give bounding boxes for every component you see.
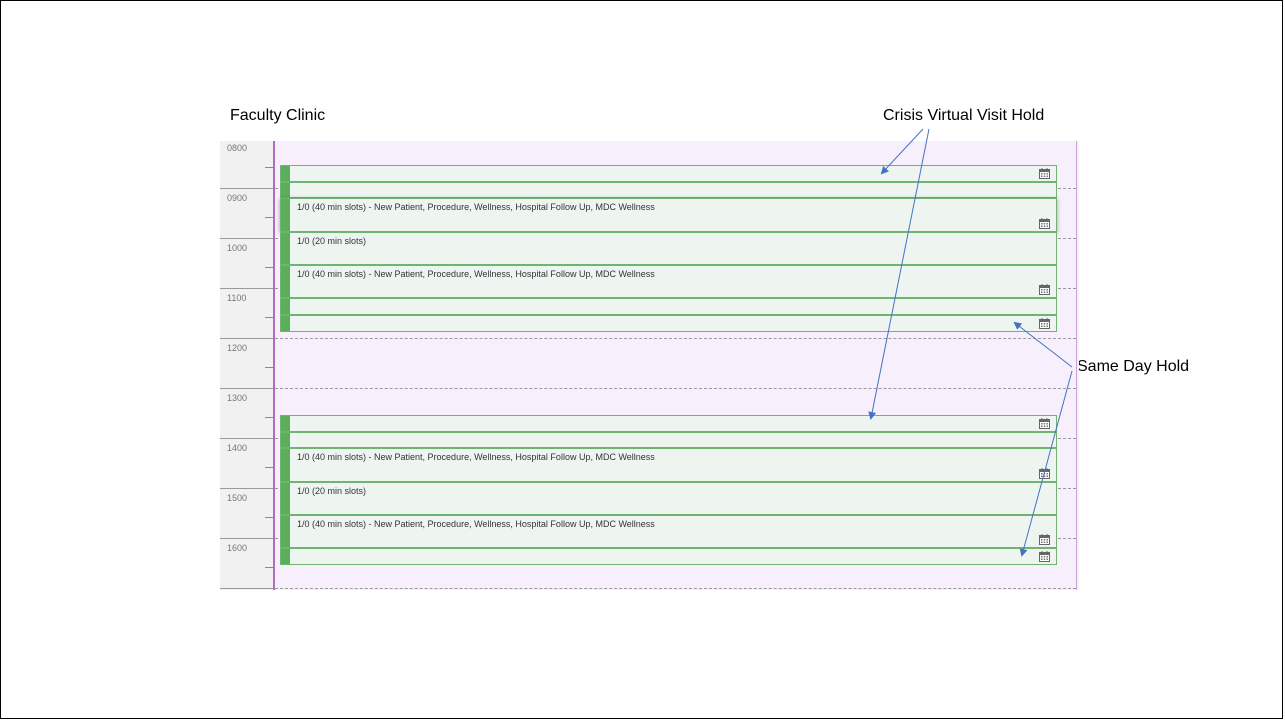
block-label: 1/0 (20 min slots) <box>297 236 367 246</box>
half-hour-tick <box>265 417 273 418</box>
schedule-block[interactable]: 1/0 (20 min slots) <box>280 232 1057 265</box>
time-gutter-divider <box>273 141 275 590</box>
schedule-block[interactable]: 1/0 (40 min slots) - New Patient, Proced… <box>280 515 1057 548</box>
block-color-bar <box>281 549 290 564</box>
hour-tick <box>220 438 273 439</box>
same-day-hold-label: Same Day Hold <box>1077 358 1190 375</box>
block-color-bar <box>281 516 290 547</box>
calendar-icon[interactable] <box>1039 418 1050 429</box>
time-gutter <box>220 141 273 590</box>
block-color-bar <box>281 233 290 264</box>
block-label: 1/0 (40 min slots) - New Patient, Proced… <box>297 269 655 279</box>
hour-tick <box>220 388 273 389</box>
half-hour-tick <box>265 167 273 168</box>
calendar-icon[interactable] <box>1039 551 1050 562</box>
block-color-bar <box>281 299 290 314</box>
calendar-icon[interactable] <box>1039 468 1050 479</box>
schedule-block[interactable]: 1/0 (20 min slots) <box>280 482 1057 515</box>
day-column-right-edge <box>1076 141 1077 590</box>
crisis-hold-label: Crisis Virtual Visit Hold <box>883 107 1045 124</box>
block-color-bar <box>281 416 290 431</box>
block-color-bar <box>281 433 290 447</box>
hour-gridline <box>275 388 1076 389</box>
hour-label: 0800 <box>227 143 248 153</box>
schedule-block[interactable]: 1/0 (40 min slots) - New Patient, Proced… <box>280 448 1057 482</box>
block-color-bar <box>281 266 290 297</box>
schedule-block[interactable] <box>280 432 1057 448</box>
hour-label: 1500 <box>227 493 248 503</box>
hour-tick <box>220 188 273 189</box>
slide: Faculty Clinic Crisis Virtual Visit Hold… <box>0 0 1283 719</box>
hour-label: 1400 <box>227 443 248 453</box>
hour-label: 1200 <box>227 343 248 353</box>
schedule-block[interactable]: 1/0 (40 min slots) - New Patient, Proced… <box>280 265 1057 298</box>
hour-label: 0900 <box>227 193 248 203</box>
hour-label: 1300 <box>227 393 248 403</box>
calendar-icon[interactable] <box>1039 168 1050 179</box>
block-label: 1/0 (20 min slots) <box>297 486 367 496</box>
faculty-clinic-label: Faculty Clinic <box>230 107 326 124</box>
schedule-day-view: 0800 0900 1000 1100 1200 1300 1400 1500 … <box>220 141 1079 590</box>
block-color-bar <box>281 316 290 331</box>
half-hour-tick <box>265 267 273 268</box>
half-hour-tick <box>265 367 273 368</box>
hour-tick <box>220 338 273 339</box>
hour-tick <box>220 288 273 289</box>
same-day-hold-block[interactable] <box>280 548 1057 565</box>
hour-tick <box>220 588 273 589</box>
half-hour-tick <box>265 517 273 518</box>
half-hour-tick <box>265 217 273 218</box>
hour-tick <box>220 488 273 489</box>
block-color-bar <box>281 183 290 197</box>
block-color-bar <box>281 199 290 231</box>
same-day-hold-block[interactable] <box>280 315 1057 332</box>
hour-gridline <box>275 588 1076 589</box>
block-label: 1/0 (40 min slots) - New Patient, Proced… <box>297 519 655 529</box>
calendar-icon[interactable] <box>1039 284 1050 295</box>
calendar-icon[interactable] <box>1039 218 1050 229</box>
half-hour-tick <box>265 467 273 468</box>
hour-label: 1100 <box>227 293 247 303</box>
crisis-virtual-visit-hold-block[interactable] <box>280 165 1057 182</box>
schedule-block[interactable] <box>280 298 1057 315</box>
hour-tick <box>220 538 273 539</box>
half-hour-tick <box>265 317 273 318</box>
block-color-bar <box>281 166 290 181</box>
calendar-icon[interactable] <box>1039 318 1050 329</box>
block-label: 1/0 (40 min slots) - New Patient, Proced… <box>297 452 655 462</box>
hour-label: 1600 <box>227 543 248 553</box>
block-color-bar <box>281 449 290 481</box>
hour-label: 1000 <box>227 243 248 253</box>
calendar-icon[interactable] <box>1039 534 1050 545</box>
hour-tick <box>220 238 273 239</box>
half-hour-tick <box>265 567 273 568</box>
hour-gridline <box>275 338 1076 339</box>
schedule-block[interactable]: 1/0 (40 min slots) - New Patient, Proced… <box>280 198 1057 232</box>
block-color-bar <box>281 483 290 514</box>
block-label: 1/0 (40 min slots) - New Patient, Proced… <box>297 202 655 212</box>
schedule-block[interactable] <box>280 182 1057 198</box>
crisis-virtual-visit-hold-block[interactable] <box>280 415 1057 432</box>
